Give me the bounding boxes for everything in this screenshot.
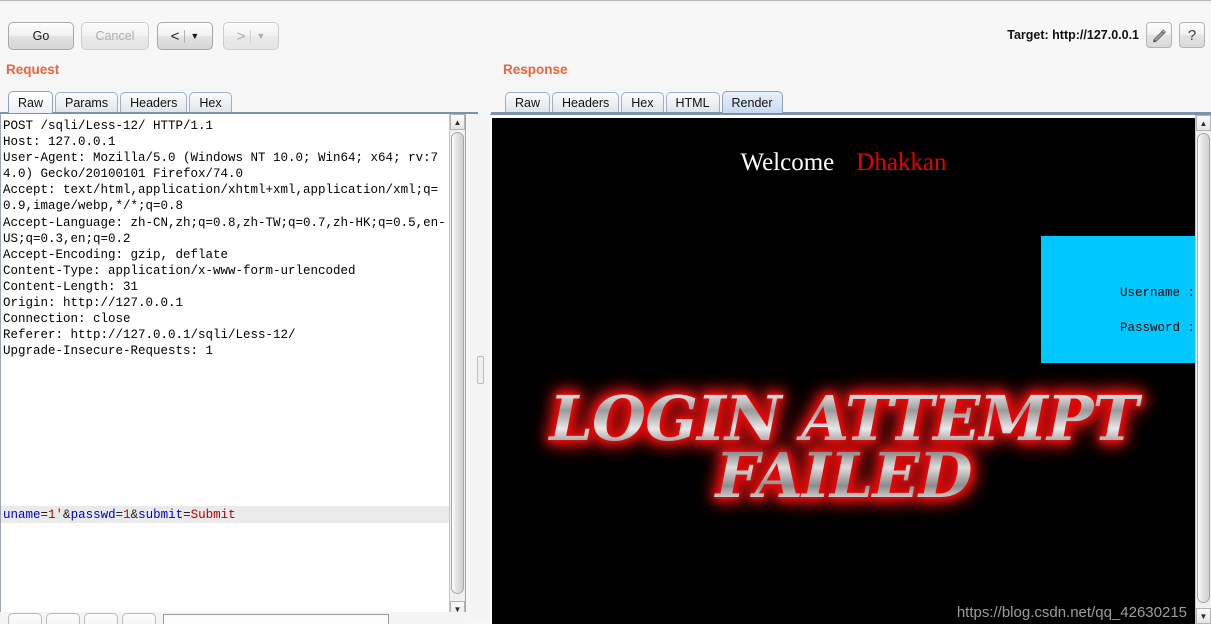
- welcome-banner: Welcome Dhakkan: [492, 149, 1195, 177]
- panel-splitter[interactable]: [470, 114, 488, 618]
- login-form-box: Username : Password :: [1041, 236, 1195, 363]
- search-input[interactable]: [163, 614, 389, 624]
- tab-request-raw[interactable]: Raw: [8, 91, 54, 113]
- scroll-up-arrow-icon[interactable]: ▲: [1196, 115, 1211, 131]
- response-render-pane: Welcome Dhakkan Username : Password : LOG…: [490, 114, 1211, 624]
- scroll-down-arrow-icon[interactable]: ▼: [1196, 608, 1211, 624]
- history-forward-button[interactable]: > ▼: [223, 22, 279, 50]
- body-token-delim-3: &: [63, 508, 71, 522]
- request-panel-title: Request: [6, 62, 60, 77]
- tab-response-hex[interactable]: Hex: [621, 92, 664, 113]
- request-editor-pane[interactable]: POST /sqli/Less-12/ HTTP/1.1 Host: 127.0…: [0, 114, 466, 618]
- body-token-delim-5: =: [115, 508, 124, 522]
- tab-label: Headers: [562, 96, 610, 110]
- burp-repeater-window: Go Cancel < ▼ > ▼ Target: http://127.0.0…: [0, 0, 1211, 624]
- tab-label: Params: [65, 96, 109, 110]
- tab-label: Hex: [631, 96, 654, 110]
- request-headers-text[interactable]: POST /sqli/Less-12/ HTTP/1.1 Host: 127.0…: [3, 118, 449, 359]
- divider: [184, 29, 186, 43]
- password-label: Password :: [1119, 321, 1195, 335]
- response-vertical-scrollbar[interactable]: ▲ ▼: [1195, 115, 1211, 624]
- help-button[interactable]: ?: [1179, 22, 1205, 48]
- request-vertical-scrollbar[interactable]: ▲ ▼: [449, 114, 465, 617]
- tab-response-html[interactable]: HTML: [665, 92, 720, 113]
- tab-request-headers[interactable]: Headers: [120, 92, 188, 113]
- welcome-username: Dhakkan: [856, 149, 947, 176]
- target-label: Target: http://127.0.0.1: [1007, 28, 1139, 42]
- body-token-delim-7: &: [130, 508, 139, 522]
- chevron-right-icon: >: [236, 27, 246, 45]
- back-arrow-group: < ▼: [171, 29, 200, 44]
- target-area: Target: http://127.0.0.1 ?: [1007, 22, 1205, 48]
- forward-arrow-group: > ▼: [237, 29, 266, 44]
- body-token-value-6: 1: [123, 508, 131, 522]
- username-label: Username :: [1119, 286, 1195, 300]
- tab-label: Raw: [515, 96, 541, 110]
- cancel-button-label: Cancel: [95, 28, 135, 43]
- help-button-label: ?: [1187, 26, 1197, 44]
- tab-request-params[interactable]: Params: [55, 92, 119, 113]
- body-token-delim-9: =: [183, 508, 191, 522]
- go-button[interactable]: Go: [8, 22, 74, 50]
- go-button-label: Go: [32, 28, 50, 43]
- bottom-button-4[interactable]: [122, 613, 156, 624]
- body-token-delim-1: =: [40, 508, 49, 522]
- tab-label: Render: [731, 95, 773, 110]
- splitter-grip-handle[interactable]: [477, 356, 484, 384]
- login-failed-line-2: FAILED: [715, 439, 972, 513]
- tab-label: Headers: [130, 96, 178, 110]
- tab-label: HTML: [675, 96, 710, 110]
- pencil-icon: [1152, 28, 1166, 42]
- scroll-up-arrow-icon[interactable]: ▲: [450, 114, 465, 130]
- body-token-key-8: submit: [138, 508, 184, 522]
- repeater-toolbar: Go Cancel < ▼ > ▼ Target: http://127.0.0…: [0, 4, 1211, 52]
- tab-request-hex[interactable]: Hex: [189, 92, 232, 113]
- body-token-key-0: uname: [3, 508, 41, 522]
- body-token-value-2: 1': [48, 508, 64, 522]
- body-token-value-10: Submit: [190, 508, 236, 522]
- response-tab-strip: Raw Headers Hex HTML Render: [505, 91, 783, 113]
- chevron-left-icon: <: [170, 27, 180, 45]
- request-tab-strip: Raw Params Headers Hex: [8, 91, 232, 113]
- divider: [250, 29, 252, 43]
- chevron-down-icon: ▼: [256, 30, 266, 41]
- tab-label: Raw: [18, 95, 44, 110]
- bottom-button-2[interactable]: [46, 613, 80, 624]
- tab-response-render[interactable]: Render: [721, 91, 783, 113]
- history-back-button[interactable]: < ▼: [157, 22, 213, 50]
- chevron-down-icon: ▼: [190, 30, 200, 41]
- edit-target-button[interactable]: [1146, 22, 1172, 48]
- bottom-button-3[interactable]: [84, 613, 118, 624]
- tab-response-raw[interactable]: Raw: [505, 92, 551, 113]
- request-scroll-thumb[interactable]: [451, 132, 464, 594]
- bottom-button-1[interactable]: [8, 613, 42, 624]
- rendered-html-viewport[interactable]: Welcome Dhakkan Username : Password : LOG…: [492, 118, 1195, 624]
- request-bottom-toolbar: [0, 612, 470, 624]
- login-failed-graphic: LOGIN ATTEMPT FAILED: [492, 390, 1195, 504]
- welcome-text: Welcome: [740, 149, 835, 176]
- body-token-key-4: passwd: [70, 508, 116, 522]
- cancel-button[interactable]: Cancel: [81, 22, 149, 50]
- tab-response-headers[interactable]: Headers: [552, 92, 620, 113]
- response-panel-title: Response: [503, 62, 568, 77]
- request-body-text[interactable]: uname=1'&passwd=1&submit=Submit: [3, 507, 236, 523]
- tab-label: Hex: [199, 96, 222, 110]
- response-scroll-thumb[interactable]: [1197, 133, 1210, 603]
- blog-watermark: https://blog.csdn.net/qq_42630215: [956, 604, 1187, 621]
